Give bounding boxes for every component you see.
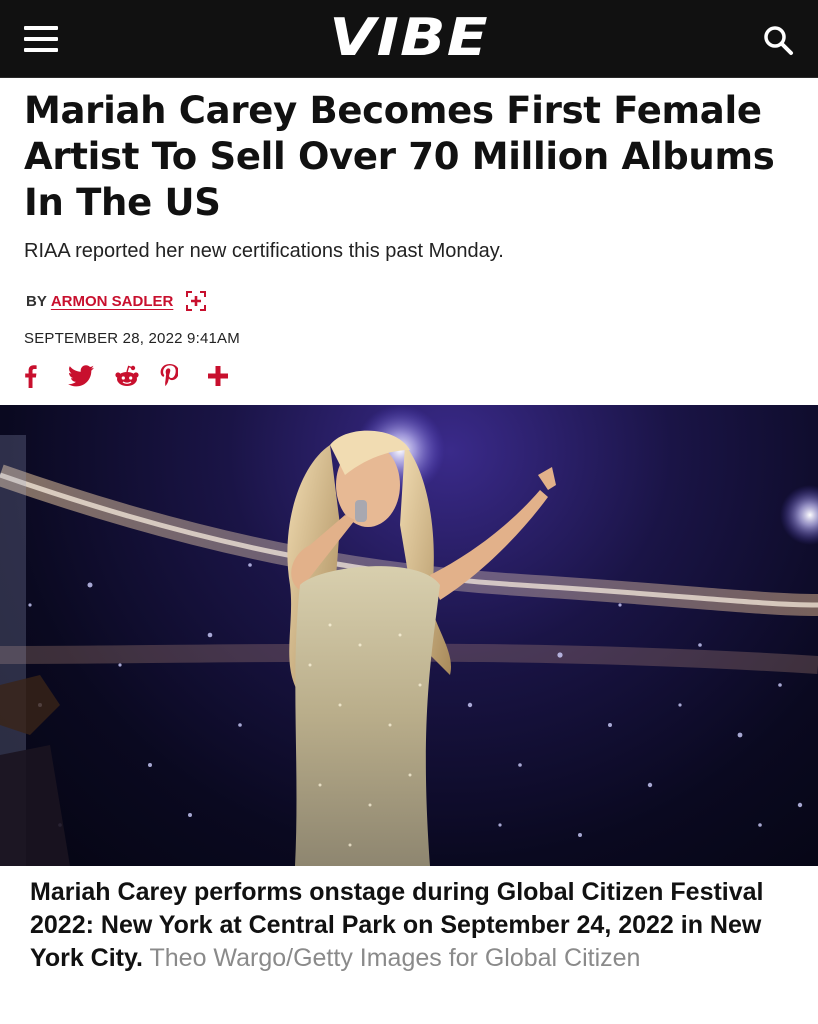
author-link[interactable]: ARMON SADLER: [51, 293, 174, 310]
publish-date: SEPTEMBER 28, 2022 9:41AM: [24, 330, 240, 347]
share-bar: [22, 362, 252, 390]
photo-credit: Theo Wargo/Getty Images for Global Citiz…: [149, 944, 641, 972]
article-subheading: RIAA reported her new certifications thi…: [24, 240, 504, 262]
follow-author-icon[interactable]: [185, 290, 207, 312]
vibe-logo[interactable]: VIBE: [0, 8, 818, 68]
performer-photo: [0, 405, 818, 866]
image-caption: Mariah Carey performs onstage during Glo…: [30, 876, 790, 975]
byline-prefix: BY: [26, 292, 47, 310]
hero-image: [0, 405, 818, 866]
twitter-icon[interactable]: [68, 362, 114, 390]
pinterest-icon[interactable]: [160, 362, 206, 390]
byline: BY ARMON SADLER: [26, 290, 207, 312]
site-header: VIBE: [0, 0, 818, 78]
facebook-icon[interactable]: [22, 362, 68, 390]
reddit-icon[interactable]: [114, 362, 160, 390]
search-icon[interactable]: [762, 24, 794, 56]
more-share-icon[interactable]: [206, 362, 252, 390]
article-headline: Mariah Carey Becomes First Female Artist…: [24, 89, 775, 224]
